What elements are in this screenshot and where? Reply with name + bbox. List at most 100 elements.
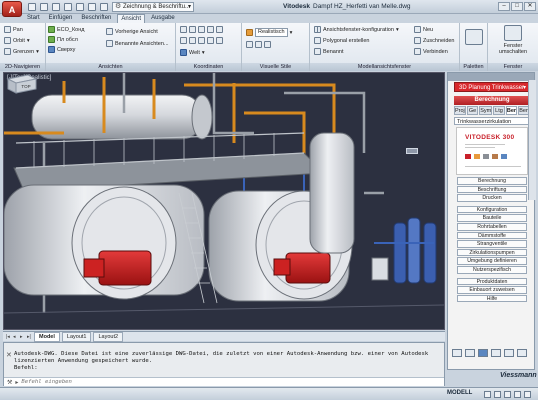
ucs-face-icon[interactable] xyxy=(207,37,214,44)
snap-icon[interactable] xyxy=(494,391,501,398)
palette-command-button[interactable]: Rohrtabellen xyxy=(457,222,527,231)
menu-icon[interactable] xyxy=(524,391,531,398)
tab-start[interactable]: Start xyxy=(24,14,43,23)
palette-command-button[interactable]: Hilfe xyxy=(457,294,527,303)
save-icon[interactable] xyxy=(52,3,60,11)
model-space-toggle[interactable]: MODELL xyxy=(447,390,472,396)
ucs-tools-row xyxy=(180,26,223,33)
palette-command-button[interactable]: Zirkulationspumpen xyxy=(457,248,527,257)
previous-view-button[interactable]: Vorherige Ansicht xyxy=(106,28,158,35)
tab-beschriften[interactable]: Beschriften xyxy=(78,14,114,23)
ucs-object-icon[interactable] xyxy=(198,37,205,44)
wrench-icon[interactable]: ⚒ xyxy=(7,379,12,386)
viewport-config-button[interactable]: Ansichtsfenster-konfiguration ▾ xyxy=(314,26,399,33)
tab-einfuegen[interactable]: Einfügen xyxy=(46,14,76,23)
clip-viewport-button[interactable]: Zuschneiden xyxy=(414,37,455,44)
palette-command-button[interactable]: Bauteile xyxy=(457,214,527,222)
edge-icon[interactable] xyxy=(255,41,262,48)
first-layout-icon[interactable]: |◂ xyxy=(6,334,11,340)
ucs-icon[interactable] xyxy=(180,26,187,33)
ucs-world-icon[interactable] xyxy=(189,26,196,33)
orbit-button[interactable]: Orbit ▾ xyxy=(4,37,30,44)
named-viewport-button[interactable]: Benannt xyxy=(314,48,344,55)
tab-ge[interactable]: Ge xyxy=(466,106,479,115)
ucs-select[interactable]: Welt ▾ xyxy=(180,49,205,56)
preview-line xyxy=(465,147,495,148)
shade-icon[interactable] xyxy=(246,41,253,48)
tool-icon[interactable] xyxy=(452,349,462,357)
next-layout-icon[interactable]: ▸ xyxy=(20,334,25,340)
visual-style-select[interactable]: Realistisch ▾ xyxy=(246,28,292,37)
tab-sym[interactable]: Sym xyxy=(479,106,493,115)
app-title: Vitodesk xyxy=(283,3,310,10)
switch-window-button[interactable]: Fenster umschalten xyxy=(490,43,536,55)
close-icon[interactable]: ✕ xyxy=(6,351,12,359)
palette-command-button[interactable]: Konfiguration xyxy=(457,205,527,214)
grid-icon[interactable] xyxy=(484,391,491,398)
ucs-view-icon[interactable] xyxy=(189,37,196,44)
close-icon[interactable]: ✕ xyxy=(524,2,536,11)
planning-dropdown[interactable]: 3D Planung Trinkwasser ▾ xyxy=(454,82,530,92)
view-item[interactable]: Пл обсл xyxy=(48,36,78,43)
tab-layout2[interactable]: Layout2 xyxy=(93,331,124,342)
chevron-down-icon[interactable]: ▸ xyxy=(15,379,18,386)
palette-command-button[interactable]: Drucken xyxy=(457,194,527,202)
palette-header[interactable] xyxy=(448,73,534,81)
maximize-icon[interactable]: □ xyxy=(511,2,523,11)
ortho-icon[interactable] xyxy=(504,391,511,398)
tool-icon[interactable] xyxy=(504,349,514,357)
settings-icon[interactable] xyxy=(514,391,521,398)
view-item[interactable]: ECO_Конд xyxy=(48,26,85,33)
tab-proj[interactable]: Proj xyxy=(454,106,466,115)
ucs-x-icon[interactable] xyxy=(207,26,214,33)
named-views-button[interactable]: Benannte Ansichten... xyxy=(106,40,169,47)
palette-command-button[interactable]: Einbauort zuweisen xyxy=(457,286,527,294)
calculation-type-select[interactable]: Trinkwasserzirkulation xyxy=(454,117,530,125)
new-viewport-button[interactable]: Neu xyxy=(414,26,433,33)
redo-icon[interactable] xyxy=(100,3,108,11)
new-file-icon[interactable] xyxy=(28,3,36,11)
viewcube[interactable]: TOP xyxy=(4,73,38,95)
minimize-icon[interactable]: – xyxy=(498,2,510,11)
tab-model[interactable]: Model xyxy=(34,331,60,342)
tool-icon[interactable] xyxy=(491,349,501,357)
command-input[interactable] xyxy=(21,378,322,386)
view-item[interactable]: Сверху xyxy=(48,46,75,53)
tool-icon[interactable] xyxy=(478,349,488,357)
extents-button[interactable]: Grenzen ▾ xyxy=(4,48,39,55)
light-icon[interactable] xyxy=(264,41,271,48)
ucs-origin-icon[interactable] xyxy=(198,26,205,33)
ucs-z-icon[interactable] xyxy=(180,37,187,44)
tab-ltg[interactable]: Ltg xyxy=(493,106,505,115)
workspace-dropdown[interactable]: ⚙ Zeichnung & Beschriftu... ▾ xyxy=(112,2,194,12)
tab-ausgabe[interactable]: Ausgabe xyxy=(148,14,178,23)
tab-layout1[interactable]: Layout1 xyxy=(61,331,92,342)
palette-command-button[interactable]: Dämmstoffe xyxy=(457,231,527,240)
tool-icon[interactable] xyxy=(465,349,475,357)
palette-command-button[interactable]: Produktdaten xyxy=(457,277,527,286)
navigation-bar-icon[interactable] xyxy=(406,148,418,154)
palette-command-button[interactable]: Strangventile xyxy=(457,240,527,248)
palettes-icon[interactable] xyxy=(465,29,483,45)
ucs-3point-icon[interactable] xyxy=(216,37,223,44)
pan-button[interactable]: Pan xyxy=(4,26,23,33)
tool-icon[interactable] xyxy=(517,349,527,357)
model-viewport[interactable]: [-][Top][Realistic] TOP xyxy=(3,72,445,330)
ucs-y-icon[interactable] xyxy=(216,26,223,33)
undo-icon[interactable] xyxy=(88,3,96,11)
last-layout-icon[interactable]: ▸| xyxy=(27,334,32,340)
palette-command-button[interactable]: Umgebung definieren xyxy=(457,257,527,265)
join-viewport-button[interactable]: Verbinden xyxy=(414,48,448,55)
palette-command-button[interactable]: Nutzerspezifisch xyxy=(457,265,527,274)
polygonal-viewport-button[interactable]: Polygonal erstellen xyxy=(314,37,369,44)
tab-ber[interactable]: Ber xyxy=(505,106,518,115)
prev-layout-icon[interactable]: ◂ xyxy=(13,334,18,340)
palette-command-button[interactable]: Berechnung xyxy=(457,177,527,185)
palette-side-handle[interactable] xyxy=(528,80,536,200)
print-icon[interactable] xyxy=(76,3,84,11)
save-as-icon[interactable] xyxy=(64,3,72,11)
palette-command-button[interactable]: Beschriftung xyxy=(457,185,527,194)
application-menu-button[interactable]: A xyxy=(2,1,22,17)
tab-ansicht[interactable]: Ansicht xyxy=(117,14,146,23)
open-file-icon[interactable] xyxy=(40,3,48,11)
